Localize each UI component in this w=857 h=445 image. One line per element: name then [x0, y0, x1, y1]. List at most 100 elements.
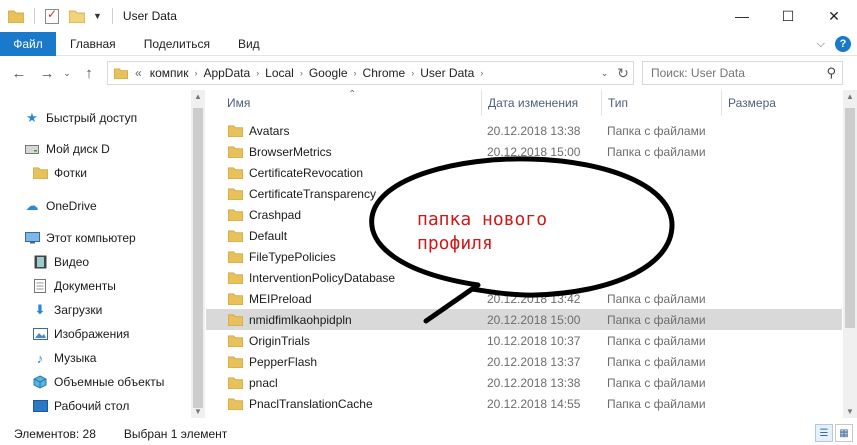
folder-icon	[228, 167, 243, 179]
title-separator	[111, 8, 113, 24]
tab-share[interactable]: Поделиться	[130, 32, 224, 56]
search-box[interactable]: ⚲	[642, 61, 843, 85]
column-header-name[interactable]: ⌃ Имя	[206, 89, 482, 116]
column-headers: ⌃ Имя Дата изменения Тип Размера	[206, 89, 842, 116]
address-dropdown-icon[interactable]: ⌄	[595, 67, 613, 79]
sidebar-item-label: Видео	[54, 255, 90, 269]
sidebar-item-this-pc[interactable]: Этот компьютер	[24, 227, 136, 249]
scrollbar-thumb[interactable]	[845, 108, 855, 328]
images-icon	[32, 326, 48, 342]
scroll-down-icon[interactable]: ▼	[846, 407, 854, 416]
file-name: Crashpad	[249, 207, 302, 222]
annotation-text: папка нового профиля	[417, 208, 547, 256]
sidebar-item-3d-objects[interactable]: Объемные объекты	[32, 371, 164, 393]
recent-locations-icon[interactable]: ⌄	[60, 62, 74, 84]
search-input[interactable]	[651, 66, 816, 80]
up-arrow-icon[interactable]: ↑	[78, 62, 100, 84]
refresh-icon[interactable]: ↻	[613, 62, 633, 84]
address-bar[interactable]: « компик › AppData › Local › Google › Ch…	[107, 61, 634, 85]
sidebar-item-onedrive[interactable]: ☁ OneDrive	[24, 195, 97, 217]
folder-icon	[228, 188, 243, 200]
table-row[interactable]: PnaclTranslationCache 20.12.2018 14:55 Пап…	[206, 393, 842, 414]
sidebar-item-photos[interactable]: Фотки	[32, 162, 87, 184]
file-name: MEIPreload	[249, 291, 312, 306]
file-date: 20.12.2018 13:38	[487, 123, 581, 138]
table-row[interactable]: PepperFlash 20.12.2018 13:37 Папка с файла…	[206, 351, 842, 372]
table-row[interactable]: pnacl 20.12.2018 13:38 Папка с файлами	[206, 372, 842, 393]
search-icon[interactable]: ⚲	[826, 65, 836, 81]
details-view-icon[interactable]: ☰	[815, 424, 833, 442]
window-title: User Data	[122, 9, 177, 23]
breadcrumb-item[interactable]: AppData	[198, 66, 255, 80]
tab-file[interactable]: Файл	[0, 31, 56, 56]
file-name-cell[interactable]: PepperFlash	[206, 355, 461, 369]
scroll-up-icon[interactable]: ▲	[194, 92, 202, 101]
file-name: pnacl	[249, 375, 278, 390]
annotation-line: профиля	[417, 233, 493, 254]
forward-arrow-icon[interactable]: →	[36, 62, 58, 84]
column-header-label: Дата изменения	[488, 96, 579, 110]
large-icons-view-icon[interactable]: ▦	[835, 424, 853, 442]
title-bar: ▼ User Data — ☐ ✕	[0, 0, 857, 32]
selection-count: Выбран 1 элемент	[123, 426, 228, 441]
file-date: 20.12.2018 13:37	[487, 354, 581, 369]
file-type: Папка с файлами	[607, 123, 706, 138]
sidebar-item-label: Этот компьютер	[46, 231, 136, 245]
tab-view[interactable]: Вид	[224, 32, 274, 56]
table-row[interactable]: Avatars 20.12.2018 13:38 Папка с файлами	[206, 120, 842, 141]
chevron-down-icon[interactable]: ⌵	[817, 38, 825, 51]
sidebar-item-label: Объемные объекты	[54, 375, 165, 389]
file-name-cell[interactable]: OriginTrials	[206, 334, 461, 348]
sidebar-item-desktop[interactable]: Рабочий стол	[32, 395, 129, 417]
folder-icon	[228, 125, 243, 137]
breadcrumb-item[interactable]: компик	[145, 66, 194, 80]
chevron-right-icon[interactable]: ›	[479, 68, 484, 78]
close-button[interactable]: ✕	[811, 0, 857, 32]
column-header-date[interactable]: Дата изменения	[482, 90, 602, 116]
file-name-cell[interactable]: Avatars	[206, 124, 461, 138]
help-icon[interactable]: ?	[835, 36, 851, 52]
breadcrumb-item[interactable]: Chrome	[358, 66, 411, 80]
back-arrow-icon[interactable]: ←	[8, 62, 30, 84]
navigation-bar: ← → ⌄ ↑ « компик › AppData › Local › Goo…	[0, 57, 857, 89]
annotation-line: папка нового	[417, 209, 548, 230]
sidebar-item-drive-d[interactable]: Мой диск D	[24, 138, 110, 160]
sidebar-item-documents[interactable]: Документы	[32, 275, 116, 297]
folder-icon[interactable]	[8, 10, 24, 23]
minimize-button[interactable]: —	[719, 0, 765, 32]
tab-home[interactable]: Главная	[56, 32, 130, 56]
column-header-size[interactable]: Размера	[722, 90, 842, 116]
sidebar-item-images[interactable]: Изображения	[32, 323, 129, 345]
column-header-type[interactable]: Тип	[602, 90, 722, 116]
download-icon: ⬇	[34, 302, 46, 317]
maximize-button[interactable]: ☐	[765, 0, 811, 32]
sidebar-item-label: Музыка	[54, 351, 97, 365]
file-type: Папка с файлами	[607, 333, 706, 348]
scrollbar-thumb[interactable]	[193, 108, 203, 408]
folder-icon	[228, 398, 243, 410]
file-name-cell[interactable]: PnaclTranslationCache	[206, 397, 461, 411]
table-row[interactable]: OriginTrials 10.12.2018 10:37 Папка с файл…	[206, 330, 842, 351]
breadcrumb-item[interactable]: Google	[304, 66, 353, 80]
star-icon: ★	[26, 110, 38, 125]
music-icon: ♪	[36, 350, 44, 366]
sidebar-item-video[interactable]: Видео	[32, 251, 89, 273]
scroll-down-icon[interactable]: ▼	[194, 407, 202, 416]
new-folder-icon[interactable]	[69, 10, 85, 23]
file-name: nmidfimlkaohpidpln	[249, 312, 352, 327]
sidebar-item-downloads[interactable]: ⬇ Загрузки	[32, 299, 103, 321]
scroll-up-icon[interactable]: ▲	[846, 92, 854, 101]
breadcrumb-item[interactable]: Local	[260, 66, 299, 80]
properties-icon[interactable]	[45, 7, 59, 24]
customize-toolbar-icon[interactable]: ▼	[93, 11, 102, 21]
file-name-cell[interactable]: pnacl	[206, 376, 461, 390]
sidebar-item-music[interactable]: ♪ Музыка	[32, 347, 97, 369]
breadcrumb-item[interactable]: User Data	[415, 66, 479, 80]
file-date: 10.12.2018 10:37	[487, 333, 581, 348]
folder-icon	[228, 230, 243, 242]
file-list-scrollbar[interactable]: ▲ ▼	[843, 90, 857, 418]
navigation-pane-scrollbar[interactable]: ▲ ▼	[191, 90, 205, 418]
file-type: Папка с файлами	[607, 396, 706, 411]
breadcrumb-overflow[interactable]: «	[132, 66, 145, 80]
sidebar-item-quick-access[interactable]: ★ Быстрый доступ	[24, 107, 137, 129]
